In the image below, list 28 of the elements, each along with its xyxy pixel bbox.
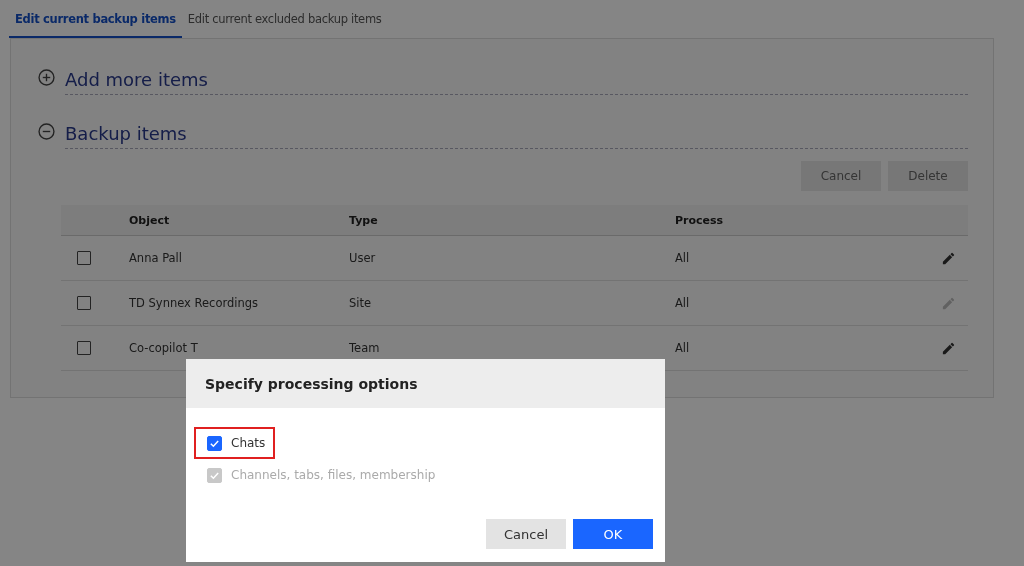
table-cell-text: Site xyxy=(349,296,373,310)
expand-icon[interactable] xyxy=(38,68,55,86)
option-label: Channels, tabs, files, membership xyxy=(231,468,436,482)
tab[interactable]: Edit current excluded backup items xyxy=(181,12,388,38)
checkbox[interactable] xyxy=(207,435,222,451)
collapse-icon[interactable] xyxy=(38,122,55,140)
row-checkbox[interactable] xyxy=(77,251,91,265)
row-checkbox[interactable] xyxy=(77,296,91,310)
table-cell-text: All xyxy=(675,296,691,310)
cancel-button[interactable]: Cancel xyxy=(486,519,566,549)
table-cell-text: User xyxy=(349,251,377,265)
column-header: Object xyxy=(129,213,171,227)
ok-button[interactable]: OK xyxy=(573,519,653,549)
table-cell-text: All xyxy=(675,251,691,265)
table-cell-text: Anna Pall xyxy=(129,251,183,265)
pencil-icon[interactable] xyxy=(941,250,956,266)
section-title[interactable]: Backup items xyxy=(65,113,968,149)
table-cell-text: Team xyxy=(349,341,381,355)
column-header: Process xyxy=(675,213,725,227)
table-cell-text: TD Synnex Recordings xyxy=(129,296,260,310)
pencil-icon[interactable] xyxy=(941,340,956,356)
section-title[interactable]: Add more items xyxy=(65,59,968,95)
dialog-title: Specify processing options xyxy=(205,375,418,392)
option-label: Chats xyxy=(231,436,266,450)
table-cell-text: All xyxy=(675,341,691,355)
table-cell-text: Co-copilot T xyxy=(129,341,199,355)
column-header: Type xyxy=(349,213,379,227)
row-checkbox[interactable] xyxy=(77,341,91,355)
